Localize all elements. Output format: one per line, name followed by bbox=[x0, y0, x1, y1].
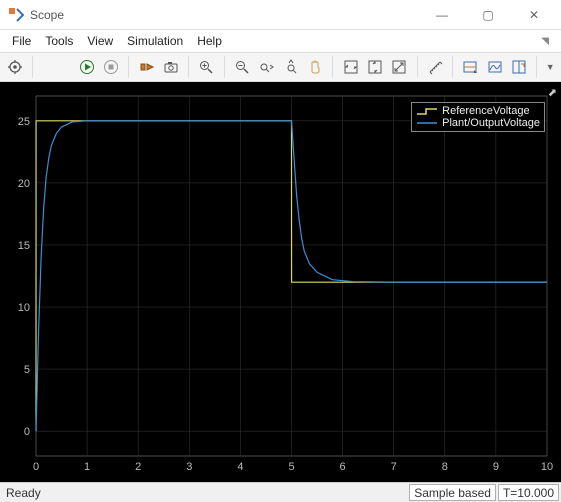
svg-text:20: 20 bbox=[18, 178, 30, 190]
scope-plot[interactable]: ⬈ 0123456789100510152025 ReferenceVoltag… bbox=[0, 82, 561, 482]
close-icon: ✕ bbox=[529, 8, 539, 22]
maximize-icon: ▢ bbox=[482, 8, 493, 22]
legend-label: ReferenceVoltage bbox=[442, 105, 529, 117]
legend[interactable]: ReferenceVoltage Plant/OutputVoltage bbox=[411, 102, 545, 132]
svg-text:4: 4 bbox=[237, 461, 243, 473]
menu-file[interactable]: File bbox=[6, 32, 37, 50]
svg-text:5: 5 bbox=[24, 364, 30, 376]
cursor-button[interactable] bbox=[459, 55, 481, 79]
status-time: T=10.000 bbox=[498, 484, 559, 501]
toolbar: ▼ bbox=[0, 52, 561, 82]
svg-text:1: 1 bbox=[84, 461, 90, 473]
svg-text:15: 15 bbox=[18, 240, 30, 252]
zoom-x-button[interactable] bbox=[255, 55, 277, 79]
svg-text:9: 9 bbox=[493, 461, 499, 473]
settings-button[interactable] bbox=[4, 55, 26, 79]
status-ready: Ready bbox=[0, 486, 409, 500]
minimize-button[interactable]: — bbox=[419, 0, 465, 30]
status-sample-mode: Sample based bbox=[409, 484, 496, 501]
legend-swatch-icon bbox=[416, 106, 438, 116]
window-title: Scope bbox=[30, 8, 419, 22]
menubar-overflow-icon[interactable]: ◥ bbox=[535, 34, 555, 49]
titlebar: Scope — ▢ ✕ bbox=[0, 0, 561, 30]
signal-stats-button[interactable] bbox=[483, 55, 505, 79]
menu-view[interactable]: View bbox=[81, 32, 119, 50]
statusbar: Ready Sample based T=10.000 bbox=[0, 482, 561, 502]
svg-text:3: 3 bbox=[186, 461, 192, 473]
svg-text:2: 2 bbox=[135, 461, 141, 473]
zoom-y-button[interactable] bbox=[279, 55, 301, 79]
menu-tools[interactable]: Tools bbox=[39, 32, 79, 50]
menubar: File Tools View Simulation Help ◥ bbox=[0, 30, 561, 52]
app-icon bbox=[8, 7, 24, 23]
svg-text:10: 10 bbox=[18, 302, 30, 314]
svg-text:0: 0 bbox=[24, 426, 30, 438]
svg-text:0: 0 bbox=[33, 461, 39, 473]
svg-text:5: 5 bbox=[288, 461, 294, 473]
scale-x-button[interactable] bbox=[339, 55, 361, 79]
measurements-button[interactable] bbox=[424, 55, 446, 79]
chevron-down-icon: ▼ bbox=[546, 62, 555, 72]
scale-xy-button[interactable] bbox=[388, 55, 410, 79]
menu-simulation[interactable]: Simulation bbox=[121, 32, 189, 50]
svg-text:10: 10 bbox=[541, 461, 553, 473]
legend-swatch-icon bbox=[416, 118, 438, 128]
scale-y-button[interactable] bbox=[364, 55, 386, 79]
minimize-icon: — bbox=[436, 8, 448, 22]
stop-button[interactable] bbox=[100, 55, 122, 79]
layout-button[interactable] bbox=[508, 55, 530, 79]
legend-item-reference[interactable]: ReferenceVoltage bbox=[416, 105, 540, 117]
run-button[interactable] bbox=[75, 55, 97, 79]
svg-text:8: 8 bbox=[442, 461, 448, 473]
toolbar-dropdown[interactable]: ▼ bbox=[543, 55, 557, 79]
svg-text:25: 25 bbox=[18, 116, 30, 128]
svg-text:6: 6 bbox=[340, 461, 346, 473]
zoom-out-button[interactable] bbox=[230, 55, 252, 79]
close-button[interactable]: ✕ bbox=[511, 0, 557, 30]
step-forward-button[interactable] bbox=[135, 55, 157, 79]
menu-help[interactable]: Help bbox=[191, 32, 228, 50]
zoom-in-button[interactable] bbox=[195, 55, 217, 79]
svg-text:7: 7 bbox=[391, 461, 397, 473]
maximize-button[interactable]: ▢ bbox=[465, 0, 511, 30]
legend-label: Plant/OutputVoltage bbox=[442, 117, 540, 129]
legend-item-plant[interactable]: Plant/OutputVoltage bbox=[416, 117, 540, 129]
snapshot-button[interactable] bbox=[160, 55, 182, 79]
pan-button[interactable] bbox=[304, 55, 326, 79]
chart-canvas: 0 1 2 3 4 5 6 7 8 9 10 0 5 10 15 20 25 bbox=[0, 82, 561, 482]
